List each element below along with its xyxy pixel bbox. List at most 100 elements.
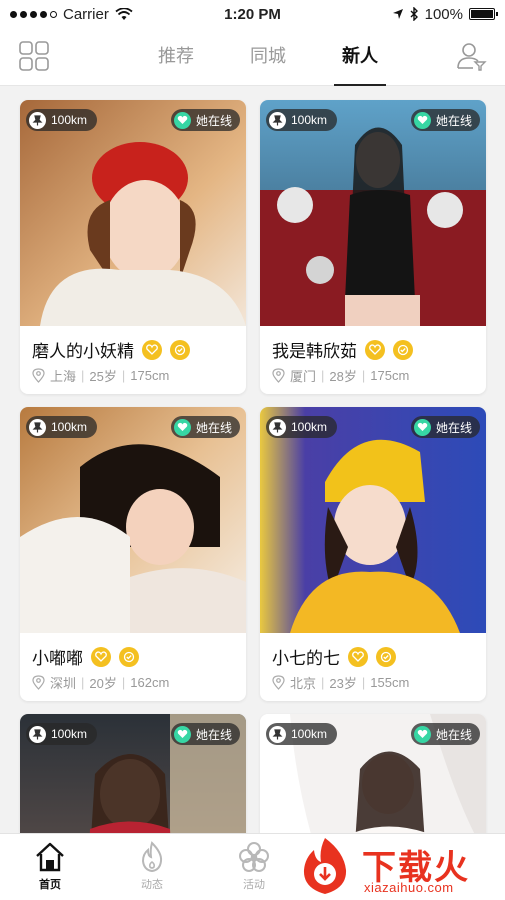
- signal-icon: [10, 10, 57, 18]
- fire-logo-icon: [303, 838, 347, 894]
- separator: |: [321, 368, 325, 383]
- tab-new[interactable]: 新人: [314, 42, 406, 86]
- pin-icon: [29, 111, 46, 129]
- tabbar-item-activity[interactable]: 活动: [224, 840, 284, 892]
- heart-icon: [173, 111, 191, 129]
- separator: |: [361, 675, 366, 690]
- status-right: 100%: [392, 5, 498, 23]
- profile-card[interactable]: 100km 她在线: [20, 714, 246, 833]
- distance-badge: 100km: [266, 416, 338, 438]
- pin-icon: [269, 111, 286, 129]
- profile-card[interactable]: 100km 她在线 我是韩欣茹 厦门 | 28岁 | 175cm: [260, 100, 486, 394]
- online-badge: 她在线: [170, 109, 240, 131]
- profile-info: 厦门 | 28岁 | 175cm: [272, 366, 409, 385]
- profile-city: 厦门: [290, 369, 317, 384]
- vip-heart-icon: [365, 339, 385, 360]
- distance-badge: 100km: [26, 109, 98, 131]
- vip-verified-icon: [376, 646, 396, 667]
- category-grid-icon[interactable]: [18, 40, 50, 72]
- profile-height: 175cm: [130, 368, 170, 383]
- separator: |: [121, 675, 126, 690]
- profile-name: 磨人的小妖精: [32, 342, 134, 361]
- distance-badge: 100km: [26, 416, 98, 438]
- tabbar-item-home[interactable]: 首页: [20, 840, 80, 892]
- location-arrow-icon: [392, 9, 403, 19]
- heart-icon: [173, 418, 191, 436]
- profile-feed: 100km 她在线 磨人的小妖精 上海 | 25岁 | 175cm 100km …: [0, 87, 505, 833]
- separator: |: [81, 368, 85, 383]
- profile-age: 23岁: [329, 676, 357, 691]
- battery-label: 100%: [424, 5, 463, 23]
- distance-text: 100km: [291, 420, 328, 434]
- profile-photo: [260, 407, 486, 633]
- online-badge: 她在线: [410, 723, 480, 745]
- separator: |: [81, 675, 85, 690]
- tabbar-label: 动态: [141, 879, 163, 891]
- profile-city: 深圳: [50, 676, 77, 691]
- pin-icon: [269, 725, 286, 743]
- profile-card[interactable]: 100km 她在线 磨人的小妖精 上海 | 25岁 | 175cm: [20, 100, 246, 394]
- profile-card[interactable]: 100km 她在线 小嘟嘟 深圳 | 20岁 | 162cm: [20, 407, 246, 701]
- location-icon: [272, 675, 285, 690]
- flame-icon: [141, 841, 163, 873]
- pin-icon: [269, 418, 286, 436]
- carrier-label: Carrier: [63, 5, 109, 23]
- distance-badge: 100km: [266, 109, 338, 131]
- profile-city: 北京: [290, 676, 317, 691]
- tab-nearby[interactable]: 同城: [222, 42, 314, 86]
- status-bar: Carrier 1:20 PM 100%: [0, 0, 505, 28]
- location-icon: [32, 675, 45, 690]
- location-icon: [32, 368, 45, 383]
- separator: |: [361, 368, 366, 383]
- profile-photo: [20, 100, 246, 326]
- name-row: 我是韩欣茹: [272, 337, 413, 362]
- profile-age: 25岁: [89, 369, 117, 384]
- separator: |: [121, 368, 126, 383]
- name-row: 小嘟嘟: [32, 644, 139, 669]
- vip-verified-icon: [119, 646, 139, 667]
- profile-city: 上海: [50, 369, 77, 384]
- tabbar-item-moments[interactable]: 动态: [122, 840, 182, 892]
- profile-height: 162cm: [130, 675, 170, 690]
- vip-heart-icon: [348, 646, 368, 667]
- online-text: 她在线: [195, 113, 232, 128]
- profile-age: 20岁: [89, 676, 117, 691]
- distance-badge: 100km: [266, 723, 338, 745]
- vip-heart-icon: [142, 339, 162, 360]
- distance-text: 100km: [51, 113, 88, 127]
- wifi-icon: [115, 7, 133, 20]
- distance-badge: 100km: [26, 723, 98, 745]
- online-badge: 她在线: [170, 416, 240, 438]
- profile-card[interactable]: 100km 她在线 小七的七 北京 | 23岁 | 155cm: [260, 407, 486, 701]
- distance-text: 100km: [51, 420, 88, 434]
- profile-card[interactable]: 100km 她在线: [260, 714, 486, 833]
- online-text: 她在线: [195, 420, 232, 435]
- tabbar-label: 首页: [39, 879, 61, 891]
- vip-heart-icon: [91, 646, 111, 667]
- vip-verified-icon: [393, 339, 413, 360]
- user-filter-icon[interactable]: [455, 40, 487, 72]
- distance-text: 100km: [51, 727, 88, 741]
- top-navbar: 推荐 同城 新人: [0, 28, 505, 86]
- profile-age: 28岁: [329, 369, 357, 384]
- battery-icon: [469, 8, 498, 20]
- flower-icon: [239, 842, 269, 872]
- online-text: 她在线: [435, 727, 472, 742]
- home-icon: [36, 842, 64, 872]
- tab-recommend[interactable]: 推荐: [130, 42, 222, 86]
- location-icon: [272, 368, 285, 383]
- heart-icon: [413, 418, 431, 436]
- vip-verified-icon: [170, 339, 190, 360]
- online-badge: 她在线: [410, 109, 480, 131]
- name-row: 磨人的小妖精: [32, 337, 190, 362]
- bluetooth-icon: [410, 7, 418, 21]
- pin-icon: [29, 418, 46, 436]
- feed-tabs: 推荐 同城 新人: [130, 42, 406, 86]
- online-badge: 她在线: [410, 416, 480, 438]
- status-left: Carrier: [10, 6, 133, 23]
- online-text: 她在线: [435, 113, 472, 128]
- separator: |: [321, 675, 325, 690]
- distance-text: 100km: [291, 113, 328, 127]
- profile-photo: [20, 407, 246, 633]
- watermark-url: xiazaihuo.com: [364, 880, 454, 895]
